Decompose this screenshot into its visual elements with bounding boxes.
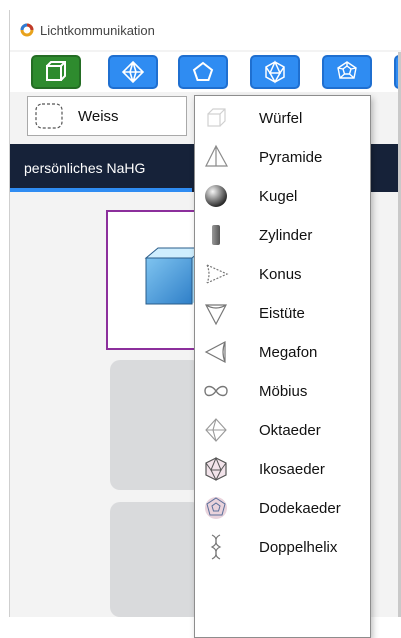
color-select-value: Weiss	[78, 107, 119, 125]
menu-item-label: Oktaeder	[259, 422, 321, 439]
menu-item-oktaeder[interactable]: Oktaeder	[195, 411, 370, 450]
menu-item-moebius[interactable]: Möbius	[195, 372, 370, 411]
shape-card[interactable]	[110, 502, 202, 617]
menu-item-dodekaeder[interactable]: Dodekaeder	[195, 489, 370, 528]
icosahedron-icon	[265, 60, 285, 84]
menu-item-konus[interactable]: Konus	[195, 255, 370, 294]
cube-outline-icon	[207, 108, 226, 127]
window-title: Lichtkommunikation	[40, 22, 155, 38]
dodecahedron-tool-button[interactable]	[322, 55, 372, 89]
shape-dropdown-menu: Würfel Pyramide Kugel Zylinder Konus Eis…	[194, 95, 371, 638]
menu-item-eistuete[interactable]: Eistüte	[195, 294, 370, 333]
tab-persoenliches-nahg[interactable]: persönliches NaHG	[10, 144, 192, 192]
menu-item-label: Eistüte	[259, 305, 305, 322]
octahedron-icon	[205, 418, 227, 442]
menu-item-label: Konus	[259, 266, 302, 283]
moebius-icon	[204, 385, 228, 397]
menu-item-label: Pyramide	[259, 149, 323, 166]
title-bar: Lichtkommunikation	[10, 10, 401, 50]
shape-card[interactable]	[110, 360, 202, 490]
ice-cream-cone-icon	[205, 304, 227, 326]
octahedron-icon	[121, 60, 145, 84]
octahedron-tool-button[interactable]	[108, 55, 158, 89]
cone-icon	[206, 264, 229, 284]
selected-shape-card[interactable]	[106, 210, 206, 350]
menu-item-label: Möbius	[259, 383, 308, 400]
menu-item-pyramide[interactable]: Pyramide	[195, 138, 370, 177]
menu-item-ikosaeder[interactable]: Ikosaeder	[195, 450, 370, 489]
menu-item-label: Kugel	[259, 188, 298, 205]
ring-logo-icon	[20, 23, 34, 37]
menu-item-zylinder[interactable]: Zylinder	[195, 216, 370, 255]
dodecahedron-icon	[337, 61, 357, 79]
menu-item-label: Zylinder	[259, 227, 313, 244]
menu-item-label: Doppelhelix	[259, 539, 338, 556]
double-helix-icon	[210, 534, 222, 560]
blue-cube-preview	[144, 247, 204, 305]
cube-icon	[46, 61, 66, 81]
dashed-swatch-icon	[35, 103, 63, 129]
cube-tool-button[interactable]	[31, 55, 81, 89]
menu-item-kugel[interactable]: Kugel	[195, 177, 370, 216]
menu-item-label: Würfel	[259, 110, 303, 127]
pentagon-icon	[192, 61, 214, 81]
icosahedron-icon	[205, 456, 227, 482]
menu-item-label: Ikosaeder	[259, 461, 325, 478]
shape-toolbar	[10, 52, 401, 92]
menu-item-wuerfel[interactable]: Würfel	[195, 99, 370, 138]
menu-item-megafon[interactable]: Megafon	[195, 333, 370, 372]
megaphone-icon	[204, 341, 226, 363]
icosahedron-tool-button[interactable]	[250, 55, 300, 89]
sphere-icon	[205, 185, 227, 207]
pyramid-icon	[205, 144, 229, 167]
menu-item-doppelhelix[interactable]: Doppelhelix	[195, 528, 370, 567]
color-select[interactable]: Weiss	[27, 96, 187, 136]
pentagon-tool-button[interactable]	[178, 55, 228, 89]
dodecahedron-icon	[205, 497, 227, 519]
menu-item-label: Dodekaeder	[259, 500, 341, 517]
cylinder-icon	[212, 225, 220, 245]
menu-item-label: Megafon	[259, 344, 318, 361]
